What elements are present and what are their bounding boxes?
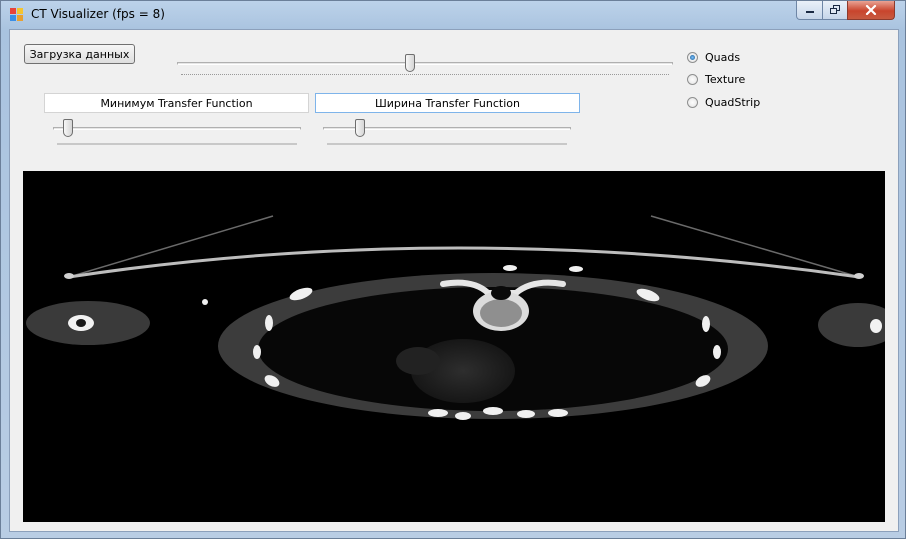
ct-slice-image <box>26 215 885 420</box>
minimize-button[interactable] <box>796 1 823 20</box>
restore-icon <box>829 5 840 14</box>
radio-indicator[interactable] <box>687 97 698 108</box>
close-button[interactable] <box>847 1 895 20</box>
app-window: CT Visualizer (fps = 8) Загрузка данных … <box>0 0 906 539</box>
window-title: CT Visualizer (fps = 8) <box>31 7 165 21</box>
radio-texture-label: Texture <box>705 73 746 86</box>
radio-quads-label: Quads <box>705 51 741 64</box>
radio-quadstrip[interactable]: QuadStrip <box>687 96 760 109</box>
radio-indicator[interactable] <box>687 52 698 63</box>
client-area: Загрузка данных Минимум Transfer Functio… <box>9 29 899 532</box>
close-icon <box>865 5 877 15</box>
ct-render-viewport[interactable] <box>23 171 885 522</box>
load-data-button[interactable]: Загрузка данных <box>24 44 135 64</box>
radio-indicator[interactable] <box>687 74 698 85</box>
radio-quads[interactable]: Quads <box>687 51 740 64</box>
tf-width-slider-thumb[interactable] <box>355 119 366 137</box>
tf-min-slider-thumb[interactable] <box>62 119 73 137</box>
layer-slider-ticks <box>181 74 669 77</box>
radio-texture[interactable]: Texture <box>687 73 745 86</box>
tf-min-slider-ticks <box>57 143 297 147</box>
tf-width-slider-ticks <box>327 143 567 147</box>
app-icon <box>10 8 24 22</box>
maximize-button[interactable] <box>822 1 848 20</box>
layer-slider-thumb[interactable] <box>405 54 416 72</box>
title-bar[interactable]: CT Visualizer (fps = 8) <box>1 1 905 28</box>
radio-quadstrip-label: QuadStrip <box>705 96 761 109</box>
minimize-icon <box>805 11 814 13</box>
tf-width-label: Ширина Transfer Function <box>315 93 580 113</box>
tf-min-label: Минимум Transfer Function <box>44 93 309 113</box>
